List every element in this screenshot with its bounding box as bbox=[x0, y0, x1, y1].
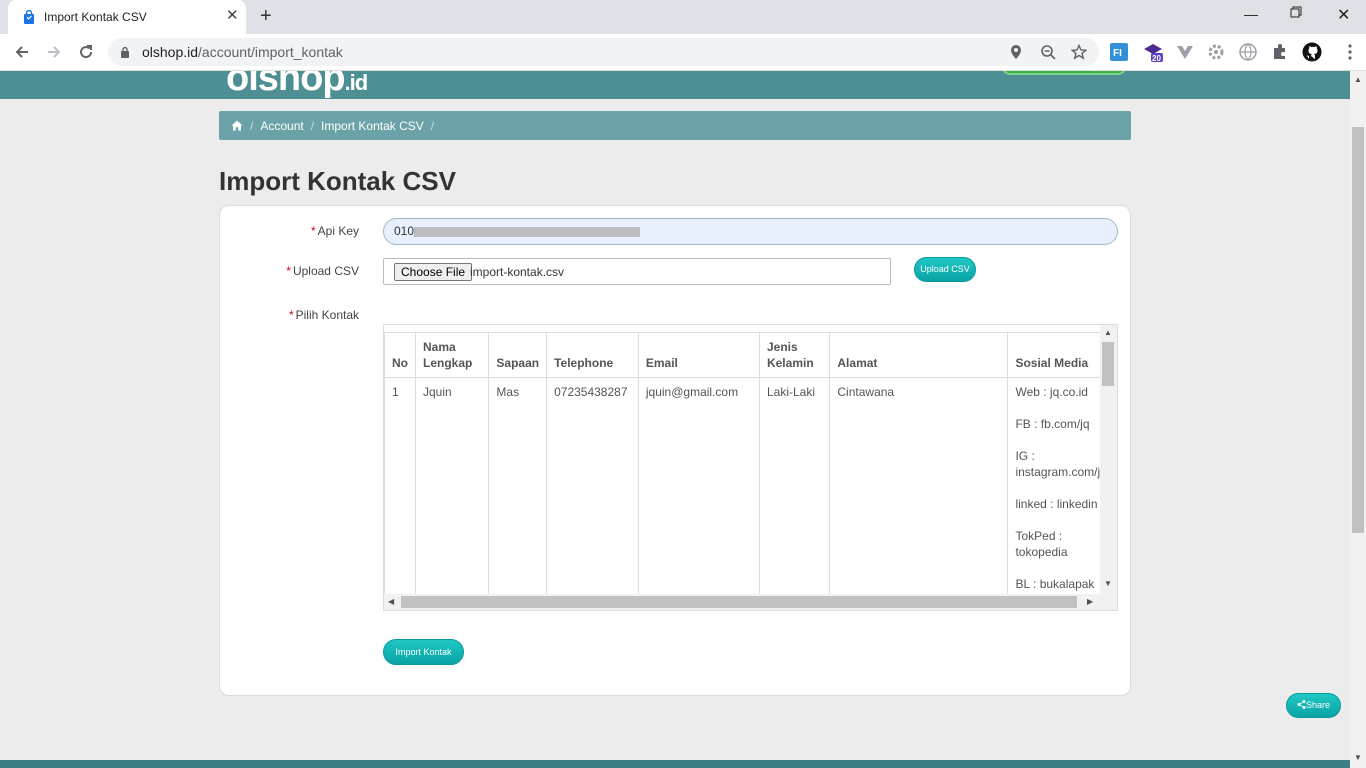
selected-file-name: import-kontak.csv bbox=[470, 265, 565, 279]
location-icon[interactable] bbox=[1008, 44, 1024, 60]
site-logo[interactable]: olshop.id bbox=[226, 71, 368, 100]
cell-no: 1 bbox=[384, 377, 416, 594]
restore-icon[interactable] bbox=[1290, 5, 1302, 21]
new-tab-icon[interactable]: + bbox=[260, 5, 272, 27]
api-key-input[interactable]: 010 bbox=[383, 218, 1118, 245]
share-button[interactable]: Share bbox=[1286, 693, 1341, 718]
cell-alamat: Cintawana bbox=[829, 377, 1009, 594]
home-icon[interactable] bbox=[231, 120, 243, 131]
social-ig-label: IG : bbox=[1015, 449, 1035, 463]
browser-menu-icon[interactable] bbox=[1340, 42, 1360, 62]
masked-api-key bbox=[414, 227, 640, 237]
table-vertical-scroll-thumb[interactable] bbox=[1102, 342, 1114, 386]
cell-sapaan: Mas bbox=[488, 377, 548, 594]
cell-telephone: 07235438287 bbox=[546, 377, 639, 594]
social-bukalapak: BL : bukalapak bbox=[1015, 577, 1095, 591]
contacts-table-container: No Nama Lengkap Sapaan Telephone Email Je… bbox=[383, 324, 1118, 611]
cell-nama: Jquin bbox=[414, 377, 490, 594]
table-horizontal-scrollbar[interactable]: ◀ ▶ bbox=[384, 594, 1117, 610]
table-horizontal-scroll-thumb[interactable] bbox=[401, 596, 1077, 608]
svg-text:FI: FI bbox=[1113, 48, 1122, 59]
col-header-sosial-media: Sosial Media bbox=[1007, 332, 1100, 378]
api-key-label: * Api Key bbox=[310, 224, 359, 238]
cell-jenis-kelamin: Laki-Laki bbox=[758, 377, 831, 594]
svg-text:20: 20 bbox=[1152, 54, 1161, 62]
share-label: Share bbox=[1305, 700, 1331, 710]
col-header-email: Email bbox=[637, 332, 760, 378]
col-header-telephone: Telephone bbox=[546, 332, 639, 378]
page-scroll-up-icon[interactable]: ▲ bbox=[1354, 75, 1362, 85]
header-button[interactable] bbox=[1002, 71, 1126, 75]
col-header-no: No bbox=[384, 332, 416, 378]
close-window-icon[interactable]: ✕ bbox=[1337, 5, 1350, 25]
page-title: Import Kontak CSV bbox=[219, 166, 456, 196]
upload-csv-label: * Upload CSV bbox=[286, 264, 359, 278]
social-fb: FB : fb.com/jq bbox=[1015, 417, 1090, 431]
lock-icon bbox=[121, 46, 129, 58]
site-footer bbox=[0, 760, 1350, 768]
breadcrumb-separator: / bbox=[250, 118, 254, 133]
scroll-left-arrow-icon[interactable]: ◀ bbox=[388, 597, 394, 607]
forward-icon[interactable] bbox=[44, 42, 64, 62]
breadcrumb-separator: / bbox=[310, 118, 315, 133]
site-header: olshop.id bbox=[0, 71, 1350, 99]
breadcrumb-account[interactable]: Account bbox=[260, 119, 303, 133]
col-header-sapaan: Sapaan bbox=[488, 332, 548, 378]
bookmark-star-icon[interactable] bbox=[1071, 44, 1087, 60]
minimize-icon[interactable]: — bbox=[1244, 6, 1258, 22]
scroll-right-arrow-icon[interactable]: ▶ bbox=[1087, 597, 1093, 607]
social-ig-value: instagram.com/jq bbox=[1015, 465, 1100, 479]
breadcrumb-current[interactable]: Import Kontak CSV bbox=[321, 119, 424, 133]
scroll-up-arrow-icon[interactable]: ▲ bbox=[1104, 328, 1112, 338]
file-input[interactable]: Choose File import-kontak.csv bbox=[383, 258, 891, 285]
contacts-table: No Nama Lengkap Sapaan Telephone Email Je… bbox=[384, 332, 1100, 594]
globe-extension-icon[interactable] bbox=[1238, 42, 1258, 62]
import-form-card: * Api Key 010 * Upload CSV Choose File imp… bbox=[219, 205, 1131, 696]
table-header-row: No Nama Lengkap Sapaan Telephone Email Je… bbox=[384, 332, 1100, 378]
page-scroll-down-icon[interactable]: ▼ bbox=[1354, 753, 1362, 763]
browser-toolbar: olshop.id/account/import_kontak FI 20 bbox=[0, 34, 1366, 71]
contacts-table-viewport[interactable]: No Nama Lengkap Sapaan Telephone Email Je… bbox=[384, 332, 1100, 594]
extensions-puzzle-icon[interactable] bbox=[1270, 42, 1290, 62]
shopping-bag-icon bbox=[24, 10, 34, 24]
breadcrumb-separator: / bbox=[430, 118, 435, 133]
breadcrumb: / Account / Import Kontak CSV / bbox=[219, 111, 1131, 140]
github-icon[interactable] bbox=[1302, 42, 1322, 62]
page-scroll-thumb[interactable] bbox=[1352, 127, 1364, 533]
scroll-down-arrow-icon[interactable]: ▼ bbox=[1104, 579, 1112, 589]
social-tokped-value: tokopedia bbox=[1015, 545, 1068, 559]
vue-devtools-icon[interactable] bbox=[1175, 42, 1195, 62]
browser-tab-strip: Import Kontak CSV ✕ + — ✕ bbox=[0, 0, 1366, 34]
address-bar[interactable]: olshop.id/account/import_kontak bbox=[108, 38, 1099, 66]
upload-csv-button[interactable]: Upload CSV bbox=[914, 257, 976, 282]
gear-extension-icon[interactable] bbox=[1206, 42, 1226, 62]
cell-sosial-media: Web : jq.co.id FB : fb.com/jq IG : insta… bbox=[1007, 377, 1100, 594]
graduation-cap-extension-icon[interactable]: 20 bbox=[1143, 42, 1163, 62]
page-viewport: olshop.id / Account / Import Kontak CSV … bbox=[0, 71, 1350, 768]
share-icon bbox=[1297, 700, 1306, 709]
url-text: olshop.id/account/import_kontak bbox=[142, 44, 343, 60]
col-header-jenis-kelamin: Jenis Kelamin bbox=[758, 332, 831, 378]
zoom-out-icon[interactable] bbox=[1040, 44, 1056, 60]
choose-file-button[interactable]: Choose File bbox=[394, 263, 473, 281]
table-vertical-scrollbar[interactable]: ▲ ▼ bbox=[1100, 325, 1117, 594]
close-tab-icon[interactable]: ✕ bbox=[226, 8, 239, 24]
page-scrollbar[interactable]: ▲ ▼ bbox=[1350, 71, 1366, 768]
table-row[interactable]: 1 Jquin Mas 07235438287 jquin@gmail.com … bbox=[384, 377, 1100, 594]
back-icon[interactable] bbox=[12, 42, 32, 62]
col-header-alamat: Alamat bbox=[829, 332, 1009, 378]
social-linkedin: linked : linkedin bbox=[1015, 497, 1098, 511]
translate-extension-icon[interactable]: FI bbox=[1109, 42, 1129, 62]
browser-tab[interactable]: Import Kontak CSV ✕ bbox=[8, 0, 246, 34]
col-header-nama: Nama Lengkap bbox=[414, 332, 490, 378]
social-tokped-label: TokPed : bbox=[1015, 529, 1063, 543]
import-kontak-button[interactable]: Import Kontak bbox=[383, 639, 464, 665]
pilih-kontak-label: * Pilih Kontak bbox=[288, 308, 359, 322]
reload-icon[interactable] bbox=[76, 42, 96, 62]
social-web: Web : jq.co.id bbox=[1015, 385, 1088, 399]
tab-title: Import Kontak CSV bbox=[44, 10, 147, 24]
cell-email: jquin@gmail.com bbox=[637, 377, 760, 594]
